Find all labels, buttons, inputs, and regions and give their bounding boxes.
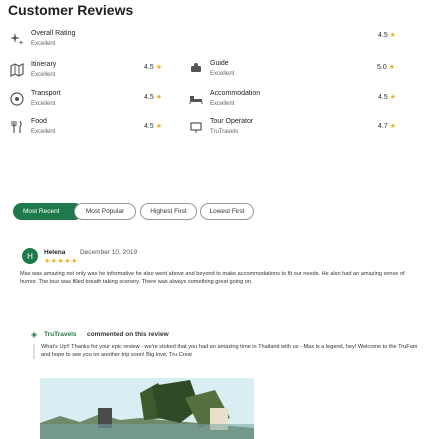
overall-score: 4.5 ★ bbox=[378, 32, 396, 39]
accommodation-score: 4.5 ★ bbox=[378, 94, 396, 101]
tour-operator-score: 4.7 ★ bbox=[378, 123, 396, 130]
rating-food: Food Excellent bbox=[9, 117, 55, 137]
map-icon bbox=[9, 62, 25, 78]
review-text: Max was amazing not only was he informat… bbox=[20, 271, 405, 285]
operator-logo-icon: ◈ bbox=[31, 330, 38, 339]
operator-icon bbox=[188, 119, 204, 135]
avatar: H bbox=[22, 248, 38, 264]
guide-icon bbox=[188, 61, 204, 77]
sort-most-popular-button[interactable]: Most Popular bbox=[74, 203, 136, 220]
overall-sub: Excellent bbox=[31, 41, 56, 47]
bed-icon bbox=[188, 91, 204, 107]
operator-action: commented on this review bbox=[87, 331, 169, 338]
transport-icon bbox=[9, 91, 25, 107]
rating-itinerary: Itinerary Excellent bbox=[9, 60, 56, 80]
sort-lowest-first-button[interactable]: Lowest First bbox=[200, 203, 254, 220]
rating-tour-operator: Tour Operator TruTravels bbox=[188, 117, 253, 137]
star-icon: ★ bbox=[389, 94, 396, 101]
rating-guide: Guide Excellent bbox=[188, 59, 234, 79]
operator-name[interactable]: TruTravels bbox=[44, 331, 77, 338]
rating-transport: Transport Excellent bbox=[9, 89, 61, 109]
review-stars: ★★★★★ bbox=[44, 258, 78, 265]
star-icon: ★ bbox=[155, 123, 162, 130]
star-icon: ★ bbox=[389, 123, 396, 130]
star-icon: ★ bbox=[155, 94, 162, 101]
review-photo[interactable] bbox=[40, 378, 254, 439]
sort-most-recent-button[interactable]: Most Recent bbox=[13, 203, 83, 220]
overall-label: Overall Rating bbox=[31, 30, 76, 37]
star-icon: ★ bbox=[389, 32, 396, 39]
food-icon bbox=[9, 119, 25, 135]
sort-highest-first-button[interactable]: Highest First bbox=[140, 203, 197, 220]
food-score: 4.5 ★ bbox=[144, 123, 162, 130]
sparkle-icon bbox=[9, 31, 25, 47]
star-icon: ★ bbox=[155, 64, 162, 71]
rating-accommodation: Accommodation Excellent bbox=[188, 89, 260, 109]
star-icon: ★ bbox=[388, 64, 395, 71]
guide-score: 5.0 ★ bbox=[377, 64, 395, 71]
review-author: Helena bbox=[44, 249, 66, 256]
review-date: December 10, 2019 bbox=[80, 249, 138, 256]
itinerary-score: 4.5 ★ bbox=[144, 64, 162, 71]
operator-reply: What's Up!! Thanks for your epic review … bbox=[33, 344, 423, 360]
page-title: Customer Reviews bbox=[8, 2, 134, 18]
transport-score: 4.5 ★ bbox=[144, 94, 162, 101]
overall-rating-row: Overall Rating Excellent bbox=[9, 29, 75, 49]
